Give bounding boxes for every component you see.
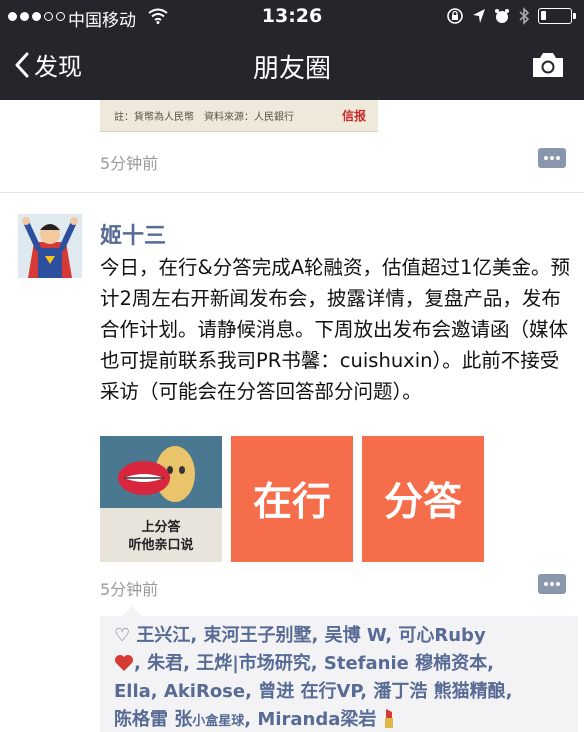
post-divider — [0, 192, 584, 193]
moments-feed[interactable]: 註：貨幣為人民幣 資料來源：人民銀行 信报 5分钟前 姬十三 今日，在行&分答完… — [0, 100, 584, 732]
status-bar: 中国移动 13:26 — [0, 0, 584, 34]
liker-zhang-suffix[interactable]: 小盒星球 — [192, 714, 244, 729]
likes-line-3: Ella, AkiRose, 曾进 在行VP, 潘丁浩 熊猫精酿, — [114, 678, 568, 706]
post-image-1[interactable]: 上分答 听他亲口说 — [100, 436, 222, 562]
battery-icon — [538, 8, 576, 24]
lipstick-emoji-icon — [384, 709, 393, 728]
location-icon — [473, 9, 485, 23]
superhero-avatar-icon — [18, 214, 82, 278]
previous-post-timestamp: 5分钟前 — [100, 154, 159, 173]
heart-outline-icon: ♡ — [114, 625, 131, 646]
likers-1[interactable]: 王兴江, 束河王子别墅, 吴博 W, 可心Ruby — [136, 625, 485, 646]
likes-line-4: 陈格雷 张小盒星球, Miranda梁岩 — [114, 706, 568, 732]
post-timestamp: 5分钟前 — [100, 580, 159, 599]
bluetooth-icon — [519, 7, 530, 25]
likes-line-1: ♡ 王兴江, 束河王子别墅, 吴博 W, 可心Ruby — [114, 622, 568, 650]
lock-rotation-icon — [447, 8, 463, 24]
avatar[interactable] — [18, 214, 82, 278]
status-icons — [446, 7, 576, 25]
post-image-3[interactable]: 分答 — [362, 436, 484, 562]
liker-zhang[interactable]: 张 — [174, 709, 192, 730]
camera-icon[interactable] — [530, 50, 566, 80]
likes-line-2: , 朱君, 王烨|市场研究, Stefanie 穆棉资本, — [114, 650, 568, 678]
image-caption-line1: 上分答 — [141, 520, 181, 535]
nav-bar: 发现 朋友圈 — [0, 34, 584, 100]
liker-miranda[interactable]: , Miranda梁岩 — [244, 709, 376, 730]
likers-3[interactable]: Ella, AkiRose, 曾进 在行VP, 潘丁浩 熊猫精酿, — [114, 681, 513, 702]
image-caption-line2: 听他亲口说 — [128, 538, 194, 553]
image-caption: 註：貨幣為人民幣 資料來源：人民銀行 — [114, 112, 294, 123]
comment-icon[interactable] — [538, 574, 566, 594]
image-watermark: 信报 — [341, 109, 366, 123]
likers-2[interactable]: , 朱君, 王烨|市场研究, Stefanie 穆棉资本, — [134, 653, 494, 674]
comment-icon[interactable] — [538, 148, 566, 168]
heart-emoji-icon — [115, 655, 133, 671]
zaihang-logo-text: 在行 — [252, 480, 331, 525]
liker-chengelei[interactable]: 陈格雷 — [114, 709, 168, 730]
previous-post-image[interactable]: 註：貨幣為人民幣 資料來源：人民銀行 信报 — [100, 100, 378, 132]
top-bar: 中国移动 13:26 发现 朋友圈 — [0, 0, 584, 100]
post-image-2[interactable]: 在行 — [231, 436, 353, 562]
fenda-logo-text: 分答 — [383, 480, 462, 525]
post-author[interactable]: 姬十三 — [100, 218, 166, 250]
alarm-icon — [495, 9, 509, 23]
likes-panel: ♡ 王兴江, 束河王子别墅, 吴博 W, 可心Ruby , 朱君, 王烨|市场研… — [100, 606, 578, 732]
page-title: 朋友圈 — [252, 54, 331, 84]
post-text: 今日，在行&分答完成A轮融资，估值超过1亿美金。预计2周左右开新闻发布会，披露详… — [100, 256, 570, 403]
